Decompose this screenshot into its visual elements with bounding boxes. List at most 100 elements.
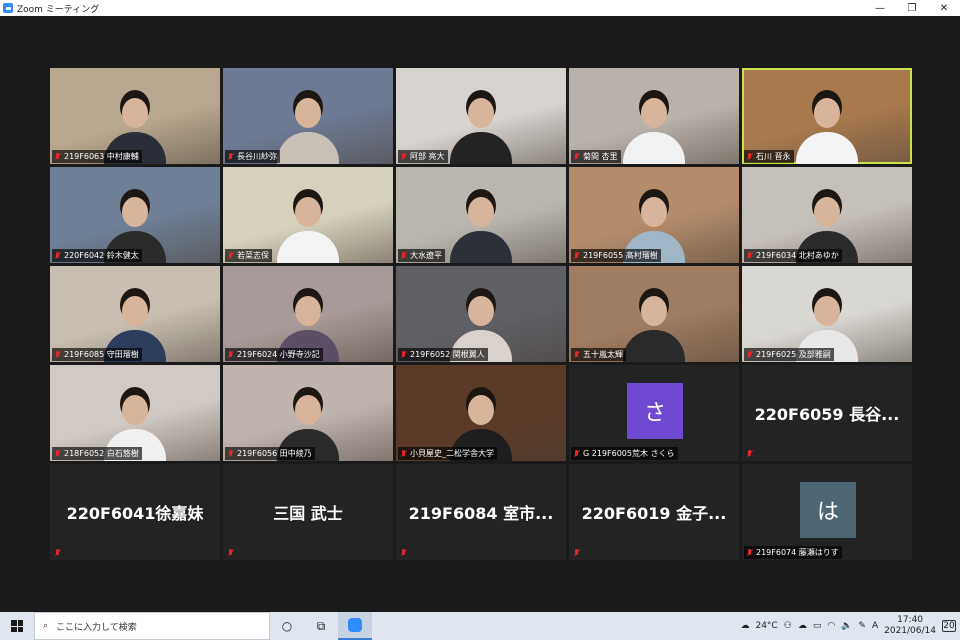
- ime-indicator[interactable]: A: [872, 621, 878, 631]
- mic-muted-icon: [400, 251, 407, 260]
- mic-muted-icon: [54, 549, 61, 557]
- participant-tile[interactable]: 石川 晋永: [742, 68, 912, 164]
- gallery-view: 219F6063 中村康輔 長谷川紗弥 阿部 亮大 菊間 杏里 石川 晋永 220F604…: [0, 16, 960, 612]
- mic-muted-icon: [573, 251, 580, 260]
- mic-muted-icon: [573, 549, 580, 557]
- maximize-button[interactable]: ❐: [896, 0, 928, 16]
- mic-muted-icon: [573, 152, 580, 161]
- participant-avatar: は: [800, 482, 856, 538]
- participant-tile[interactable]: 三国 武士: [223, 464, 393, 560]
- clock[interactable]: 17:40 2021/06/14: [884, 615, 936, 637]
- mic-muted-icon: [400, 152, 407, 161]
- cortana-icon[interactable]: ○: [270, 612, 304, 640]
- mic-muted-icon: [400, 449, 407, 458]
- participant-tile[interactable]: 五十嵐太輝: [569, 266, 739, 362]
- participant-name: 阿部 亮大: [410, 152, 445, 161]
- battery-icon[interactable]: ▭: [813, 621, 822, 631]
- zoom-app-icon: [3, 3, 13, 13]
- participant-tile[interactable]: 219F6055 髙村瑠樹: [569, 167, 739, 263]
- participant-tile[interactable]: 219F6025 及部雅嗣: [742, 266, 912, 362]
- mic-muted-icon: [746, 548, 753, 557]
- participant-name: 大水遼平: [410, 251, 442, 260]
- participant-tile[interactable]: 菊間 杏里: [569, 68, 739, 164]
- mic-muted-icon: [227, 152, 234, 161]
- minimize-button[interactable]: —: [864, 0, 896, 16]
- participant-tile[interactable]: 219F6063 中村康輔: [50, 68, 220, 164]
- close-button[interactable]: ✕: [928, 0, 960, 16]
- pen-icon[interactable]: ✎: [858, 621, 866, 631]
- participant-nameplate: 阿部 亮大: [398, 150, 448, 163]
- participant-tile[interactable]: 220F6041徐嘉妹: [50, 464, 220, 560]
- participant-video: [446, 193, 516, 263]
- participant-nameplate: 218F6052 白石悠樹: [52, 447, 142, 460]
- participant-tile[interactable]: 大水遼平: [396, 167, 566, 263]
- cloud-icon[interactable]: ☁: [798, 621, 807, 631]
- participant-name: 若菜志保: [237, 251, 269, 260]
- participant-tile[interactable]: 小貝屋史_二松学舎大学: [396, 365, 566, 461]
- participant-tile[interactable]: さ G 219F6005荒木 さくら: [569, 365, 739, 461]
- people-icon[interactable]: ⚇: [784, 621, 792, 631]
- zoom-taskbar-icon: [348, 618, 362, 632]
- mic-muted-icon: [54, 152, 61, 161]
- volume-icon[interactable]: 🔈: [841, 621, 852, 631]
- window-controls: — ❐ ✕: [864, 0, 960, 16]
- mic-muted-icon: [54, 350, 61, 359]
- notification-icon[interactable]: 20: [942, 620, 956, 632]
- participant-video: [619, 292, 689, 362]
- participant-name: 219F6055 髙村瑠樹: [583, 251, 658, 260]
- participant-name: 石川 晋永: [756, 152, 791, 161]
- participant-tile[interactable]: 219F6024 小野寺沙記: [223, 266, 393, 362]
- participant-tile[interactable]: 218F6052 白石悠樹: [50, 365, 220, 461]
- participant-tile[interactable]: は 219F6074 藤瀬はりす: [742, 464, 912, 560]
- participant-tile[interactable]: 219F6084 室市...: [396, 464, 566, 560]
- mic-muted-icon: [54, 449, 61, 458]
- participant-name: 220F6042 鈴木健太: [64, 251, 139, 260]
- participant-name: 219F6025 及部雅嗣: [756, 350, 831, 359]
- participant-tile[interactable]: 若菜志保: [223, 167, 393, 263]
- mic-muted-icon: [400, 549, 407, 557]
- start-button[interactable]: [0, 612, 34, 640]
- taskbar-zoom-app[interactable]: [338, 612, 372, 640]
- taskbar-search[interactable]: ⌕ ここに入力して検索: [34, 612, 270, 640]
- participant-nameplate: 219F6034 北村あゆか: [744, 249, 842, 262]
- participant-tile[interactable]: 阿部 亮大: [396, 68, 566, 164]
- mic-muted-icon: [54, 251, 61, 260]
- mic-muted-icon: [227, 449, 234, 458]
- clock-time: 17:40: [897, 615, 924, 625]
- participant-nameplate: 長谷川紗弥: [225, 150, 280, 163]
- window-title: Zoom ミーティング: [17, 4, 100, 15]
- participant-nameplate: 五十嵐太輝: [571, 348, 626, 361]
- participant-tile[interactable]: 219F6056 田中綾乃: [223, 365, 393, 461]
- participant-nameplate: 219F6052 関根翼人: [398, 348, 488, 361]
- participant-display-name: 219F6084 室市...: [408, 504, 554, 523]
- wifi-icon[interactable]: ◠: [827, 621, 835, 631]
- taskbar: ⌕ ここに入力して検索 ○ ⧉ ☁ 24°C ⚇ ☁ ▭ ◠ 🔈 ✎ A 17:…: [0, 612, 960, 640]
- participant-nameplate: 大水遼平: [398, 249, 445, 262]
- participant-nameplate: 小貝屋史_二松学舎大学: [398, 447, 497, 460]
- participant-name: 五十嵐太輝: [583, 350, 623, 359]
- participant-tile[interactable]: 219F6085 守田瑠樹: [50, 266, 220, 362]
- participant-nameplate: 220F6042 鈴木健太: [52, 249, 142, 262]
- participant-nameplate: 219F6063 中村康輔: [52, 150, 142, 163]
- participant-video: [273, 193, 343, 263]
- participant-nameplate: G 219F6005荒木 さくら: [571, 447, 678, 460]
- participant-tile[interactable]: 220F6042 鈴木健太: [50, 167, 220, 263]
- participant-nameplate: 219F6055 髙村瑠樹: [571, 249, 661, 262]
- participant-nameplate: 219F6056 田中綾乃: [225, 447, 315, 460]
- clock-date: 2021/06/14: [884, 626, 936, 636]
- participant-tile[interactable]: 219F6034 北村あゆか: [742, 167, 912, 263]
- participant-video: [446, 94, 516, 164]
- mic-muted-icon: [573, 350, 580, 359]
- task-view-icon[interactable]: ⧉: [304, 612, 338, 640]
- weather-icon[interactable]: ☁: [740, 621, 749, 631]
- weather-temp[interactable]: 24°C: [755, 621, 777, 631]
- participant-name: 小貝屋史_二松学舎大学: [410, 449, 494, 458]
- participant-name: 219F6024 小野寺沙記: [237, 350, 320, 359]
- participant-display-name: 220F6019 金子...: [581, 504, 727, 523]
- participant-tile[interactable]: 219F6052 関根翼人: [396, 266, 566, 362]
- participant-display-name: 220F6059 長谷...: [754, 405, 900, 424]
- participant-tile[interactable]: 長谷川紗弥: [223, 68, 393, 164]
- participant-tile[interactable]: 220F6019 金子...: [569, 464, 739, 560]
- participant-display-name: 220F6041徐嘉妹: [66, 504, 204, 523]
- participant-tile[interactable]: 220F6059 長谷...: [742, 365, 912, 461]
